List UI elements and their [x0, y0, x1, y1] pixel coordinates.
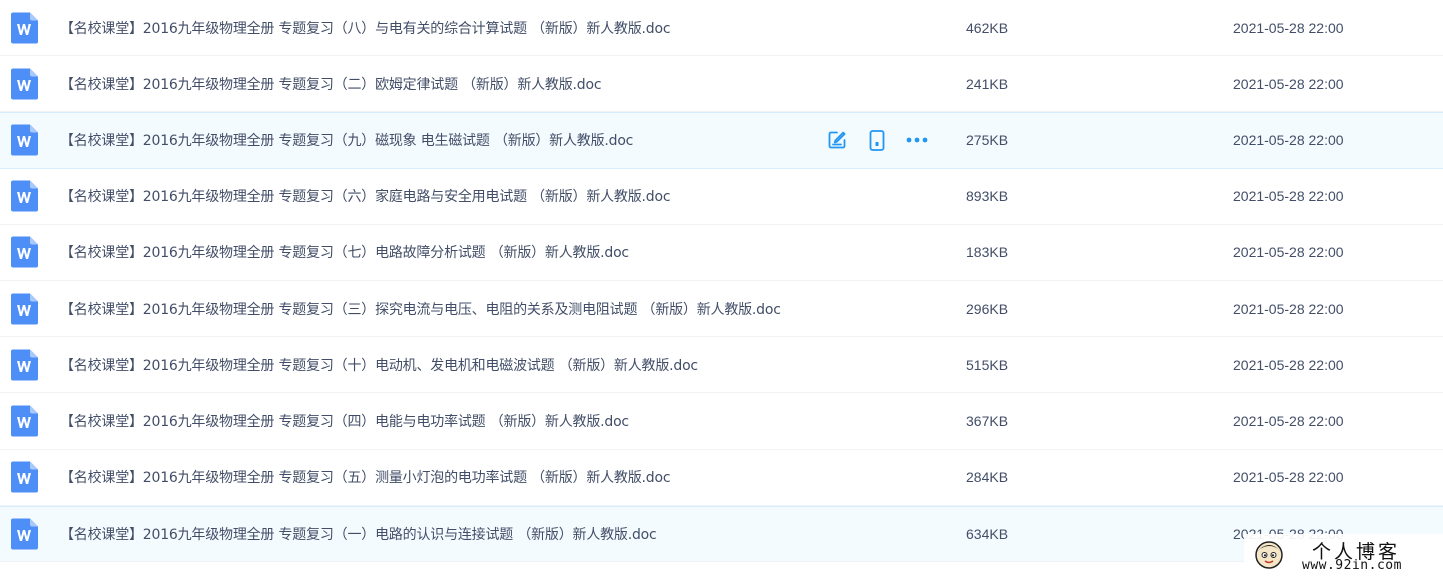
- file-size: 462KB: [966, 19, 1009, 36]
- file-size: 241KB: [966, 75, 1009, 92]
- file-name[interactable]: 【名校课堂】2016九年级物理全册 专题复习（五）测量小灯泡的电功率试题 （新版…: [60, 467, 671, 487]
- file-name[interactable]: 【名校课堂】2016九年级物理全册 专题复习（九）磁现象 电生磁试题 （新版）新…: [60, 130, 633, 150]
- file-size: 275KB: [966, 132, 1009, 149]
- more-icon[interactable]: [906, 129, 928, 151]
- file-name[interactable]: 【名校课堂】2016九年级物理全册 专题复习（二）欧姆定律试题 （新版）新人教版…: [60, 74, 602, 94]
- file-date: 2021-05-28 22:00: [1233, 356, 1344, 373]
- file-list: 【名校课堂】2016九年级物理全册 专题复习（八）与电有关的综合计算试题 （新版…: [0, 0, 1443, 562]
- watermark: 个人博客 www.92in.com: [1244, 534, 1443, 578]
- file-size: 634KB: [966, 525, 1009, 542]
- file-row[interactable]: 【名校课堂】2016九年级物理全册 专题复习（十）电动机、发电机和电磁波试题 （…: [0, 337, 1443, 394]
- cartoon-face-icon: [1255, 541, 1283, 569]
- word-doc-icon: [11, 124, 38, 156]
- file-row[interactable]: 【名校课堂】2016九年级物理全册 专题复习（六）家庭电路与安全用电试题 （新版…: [0, 169, 1443, 225]
- file-size: 893KB: [966, 188, 1009, 205]
- word-doc-icon: [11, 12, 38, 44]
- word-doc-icon: [11, 518, 38, 550]
- word-doc-icon: [11, 293, 38, 325]
- file-name[interactable]: 【名校课堂】2016九年级物理全册 专题复习（八）与电有关的综合计算试题 （新版…: [60, 18, 671, 38]
- file-row[interactable]: 【名校课堂】2016九年级物理全册 专题复习（三）探究电流与电压、电阻的关系及测…: [0, 281, 1443, 338]
- file-row[interactable]: 【名校课堂】2016九年级物理全册 专题复习（七）电路故障分析试题 （新版）新人…: [0, 225, 1443, 281]
- file-date: 2021-05-28 22:00: [1233, 188, 1344, 205]
- file-size: 183KB: [966, 244, 1009, 261]
- file-row[interactable]: 【名校课堂】2016九年级物理全册 专题复习（五）测量小灯泡的电功率试题 （新版…: [0, 450, 1443, 506]
- file-row[interactable]: 【名校课堂】2016九年级物理全册 专题复习（八）与电有关的综合计算试题 （新版…: [0, 0, 1443, 57]
- word-doc-icon: [11, 461, 38, 493]
- file-name[interactable]: 【名校课堂】2016九年级物理全册 专题复习（四）电能与电功率试题 （新版）新人…: [60, 411, 629, 431]
- word-doc-icon: [11, 180, 38, 212]
- file-row[interactable]: 【名校课堂】2016九年级物理全册 专题复习（一）电路的认识与连接试题 （新版）…: [0, 505, 1443, 562]
- file-size: 284KB: [966, 469, 1009, 486]
- file-size: 367KB: [966, 412, 1009, 429]
- file-row[interactable]: 【名校课堂】2016九年级物理全册 专题复习（二）欧姆定律试题 （新版）新人教版…: [0, 56, 1443, 113]
- file-name[interactable]: 【名校课堂】2016九年级物理全册 专题复习（七）电路故障分析试题 （新版）新人…: [60, 242, 629, 262]
- file-date: 2021-05-28 22:00: [1233, 300, 1344, 317]
- file-date: 2021-05-28 22:00: [1233, 75, 1344, 92]
- file-date: 2021-05-28 22:00: [1233, 19, 1344, 36]
- file-name[interactable]: 【名校课堂】2016九年级物理全册 专题复习（一）电路的认识与连接试题 （新版）…: [60, 524, 657, 544]
- phone-icon[interactable]: [866, 129, 888, 151]
- file-name[interactable]: 【名校课堂】2016九年级物理全册 专题复习（三）探究电流与电压、电阻的关系及测…: [60, 299, 781, 319]
- file-row[interactable]: 【名校课堂】2016九年级物理全册 专题复习（四）电能与电功率试题 （新版）新人…: [0, 393, 1443, 450]
- file-size: 296KB: [966, 300, 1009, 317]
- word-doc-icon: [11, 68, 38, 100]
- file-name[interactable]: 【名校课堂】2016九年级物理全册 专题复习（六）家庭电路与安全用电试题 （新版…: [60, 186, 671, 206]
- edit-icon[interactable]: [826, 129, 848, 151]
- word-doc-icon: [11, 349, 38, 381]
- word-doc-icon: [11, 405, 38, 437]
- file-row-hovered[interactable]: 【名校课堂】2016九年级物理全册 专题复习（九）磁现象 电生磁试题 （新版）新…: [0, 112, 1443, 169]
- word-doc-icon: [11, 236, 38, 268]
- file-date: 2021-05-28 22:00: [1233, 412, 1344, 429]
- file-name[interactable]: 【名校课堂】2016九年级物理全册 专题复习（十）电动机、发电机和电磁波试题 （…: [60, 355, 698, 375]
- file-date: 2021-05-28 22:00: [1233, 132, 1344, 149]
- watermark-url: www.92in.com: [1302, 558, 1402, 573]
- file-date: 2021-05-28 22:00: [1233, 469, 1344, 486]
- file-date: 2021-05-28 22:00: [1233, 244, 1344, 261]
- row-actions: [826, 129, 928, 151]
- file-size: 515KB: [966, 356, 1009, 373]
